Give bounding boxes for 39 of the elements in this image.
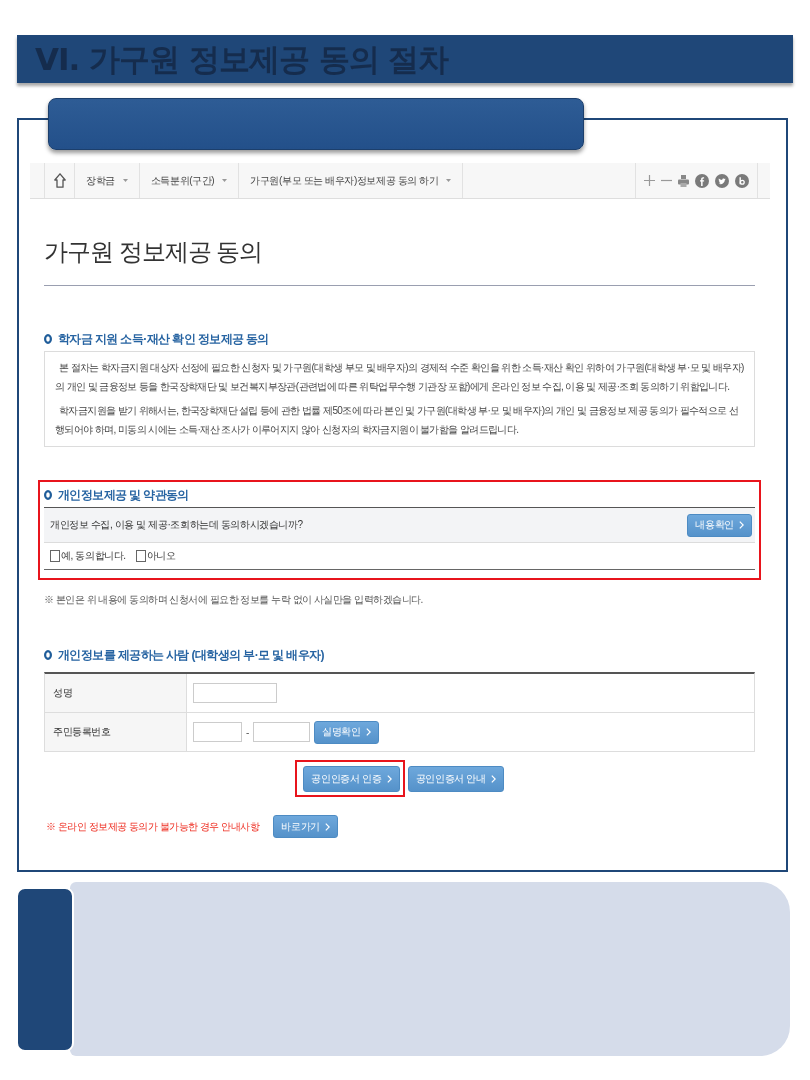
- info-paragraph: 학자금지원을 받기 위해서는, 한국장학재단 설립 등에 관한 법률 제50조에 따라 본인 및 가구원(대학생 부·모 및 배우자)의 개인 및 금융정보 제공 동의가 필수적으로 선행되어야 하며, 미동의 시에는 소득·재산 조사가 이루어지지 않아 신청자의 학자금지원이 불가함을 알려드립니다.: [55, 404, 740, 437]
- input-field[interactable]: [193, 722, 242, 742]
- chevron-icon: [739, 521, 744, 529]
- input-field[interactable]: [193, 683, 277, 703]
- info-paragraph: 본 절차는 학자금지원 대상자 선정에 필요한 신청자 및 가구원(대학생 부모 및 배우자)의 경제적 수준 확인을 위한 소득·재산 확인 위하여 가구원(대학생 부·모 및 배우자)의 개인 및 금융정보 등을 한국장학재단 및 보건복지부장관(관련법에 따른 위탁업무수행 기관장 포함)에게 온라인 정보 수집, 이용 및 제공·조회 동의하기 위함입니다.: [55, 361, 744, 394]
- label-cell: 주민등록번호: [45, 713, 187, 751]
- ring-icon: [44, 334, 52, 344]
- blog-icon[interactable]: [735, 173, 749, 188]
- caret-icon: [446, 179, 452, 182]
- ring-icon: [44, 490, 52, 500]
- label-cell: 성명: [45, 674, 187, 712]
- facebook-icon[interactable]: [695, 173, 709, 188]
- option-label[interactable]: 예, 동의합니다.: [61, 549, 126, 563]
- input-field[interactable]: [252, 722, 310, 742]
- print-icon[interactable]: [678, 174, 689, 187]
- chevron-icon: [386, 775, 392, 783]
- caret-icon: [222, 179, 228, 182]
- plus-icon[interactable]: [644, 175, 655, 186]
- breadcrumb-item[interactable]: 장학금: [74, 163, 139, 198]
- breadcrumb-item[interactable]: 가구원(부모 또는 배우자)정보제공 동의 하기: [238, 163, 464, 198]
- breadcrumb-item[interactable]: 소득분위(구간): [138, 163, 239, 198]
- chevron-icon: [325, 822, 330, 831]
- help-text: ※ 온라인 정보제공 동의가 불가능한 경우 안내사항: [46, 819, 260, 834]
- chevron-icon: [365, 728, 371, 736]
- chevron-icon: [490, 774, 496, 783]
- ring-icon: [44, 650, 52, 660]
- twitter-icon[interactable]: [715, 173, 729, 188]
- dash-separator: -: [246, 726, 249, 738]
- option-label[interactable]: 아니오: [146, 549, 176, 563]
- home-icon[interactable]: [53, 173, 66, 188]
- section-heading: 개인정보제공 및 약관동의: [58, 486, 189, 504]
- notice-text: ※ 본인은 위 내용에 동의하며 신청서에 필요한 정보를 누락 없이 사실만을 입력하겠습니다.: [44, 593, 424, 607]
- checkbox[interactable]: [135, 550, 146, 562]
- caret-icon: [122, 179, 128, 182]
- section-heading: 개인정보를 제공하는 사람 (대학생의 부·모 및 배우자): [58, 646, 324, 664]
- page-title: 가구원 정보제공 동의: [44, 237, 264, 267]
- question-text: 개인정보 수집, 이용 및 제공·조회하는데 동의하시겠습니까?: [50, 518, 303, 532]
- checkbox[interactable]: [50, 550, 60, 562]
- section-heading: 학자금 지원 소득·재산 확인 정보제공 동의: [58, 330, 269, 348]
